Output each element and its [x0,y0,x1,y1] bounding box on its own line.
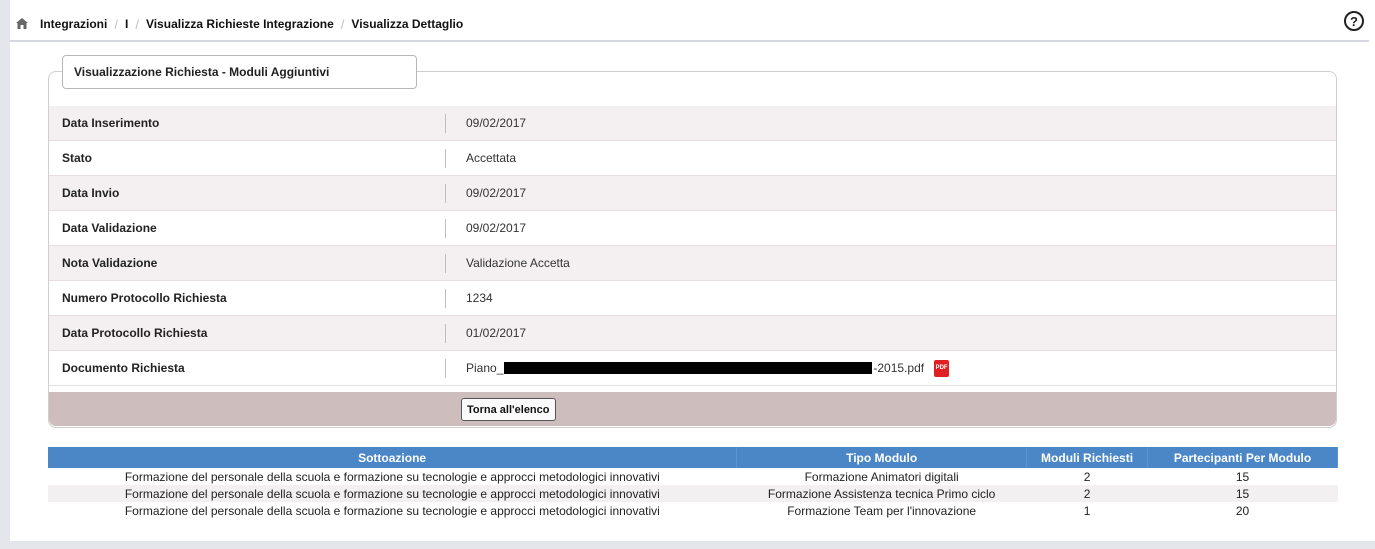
breadcrumb-separator: / [114,16,118,32]
field-divider [445,288,446,308]
field-label: Data Protocollo Richiesta [62,326,208,340]
field-label: Numero Protocollo Richiesta [62,291,227,305]
field-divider [445,218,446,238]
field-value: 09/02/2017 [466,221,527,235]
field-divider [445,113,446,133]
pdf-icon[interactable]: PDF [934,359,950,377]
home-icon[interactable] [16,18,30,30]
field-label: Stato [62,151,92,165]
column-header-partecipanti[interactable]: Partecipanti Per Modulo [1147,447,1338,468]
modules-table: Sottoazione Tipo Modulo Moduli Richiesti… [48,447,1338,519]
breadcrumb-item-visualizza-dettaglio: Visualizza Dettaglio [351,17,464,31]
field-row-nota-validazione: Nota Validazione Validazione Accetta [49,246,1336,281]
cell-sottoazione: Formazione del personale della scuola e … [124,469,660,484]
cell-tipo-modulo: Formazione Team per l'innovazione [787,503,977,518]
field-label: Data Inserimento [62,116,160,130]
field-row-stato: Stato Accettata [49,141,1336,176]
field-label: Documento Richiesta [62,361,185,375]
cell-moduli-richiesti: 2 [1026,485,1148,502]
field-divider [445,253,446,273]
table-header-row: Sottoazione Tipo Modulo Moduli Richiesti… [48,447,1338,468]
field-value: 01/02/2017 [466,326,527,340]
action-bar: Torna all'elenco [49,392,1336,426]
field-divider [445,183,446,203]
page-bottom-border [0,541,1375,549]
field-row-data-protocollo: Data Protocollo Richiesta 01/02/2017 [49,316,1336,351]
field-row-data-inserimento: Data Inserimento 09/02/2017 [49,106,1336,141]
redaction-bar [504,362,873,374]
field-label: Data Validazione [62,221,157,235]
field-row-numero-protocollo: Numero Protocollo Richiesta 1234 [49,281,1336,316]
table-row: Formazione del personale della scuola e … [48,485,1338,502]
table-row: Formazione del personale della scuola e … [48,502,1338,519]
field-label: Data Invio [62,186,120,200]
field-value: 1234 [466,291,493,305]
field-value: 09/02/2017 [466,186,527,200]
breadcrumb-separator: / [340,16,345,32]
table-row: Formazione del personale della scuola e … [48,468,1338,485]
field-value: 09/02/2017 [466,116,527,130]
field-value: Accettata [466,151,517,165]
cell-sottoazione: Formazione del personale della scuola e … [48,485,737,502]
page-left-border [0,0,10,549]
breadcrumb-item-visualizza-richieste[interactable]: Visualizza Richieste Integrazione [146,17,334,31]
cell-partecipanti: 20 [1235,503,1250,518]
column-header-tipo-modulo[interactable]: Tipo Modulo [736,447,1028,468]
column-header-sottoazione[interactable]: Sottoazione [48,447,738,468]
column-header-moduli-richiesti[interactable]: Moduli Richiesti [1026,447,1149,468]
header-divider [10,40,1369,42]
detail-fields: Data Inserimento 09/02/2017 Stato Accett… [49,106,1336,386]
field-divider [445,358,446,378]
cell-tipo-modulo: Formazione Animatori digitali [804,469,959,484]
breadcrumb-item-i[interactable]: I [125,17,128,31]
cell-tipo-modulo: Formazione Assistenza tecnica Primo cicl… [736,485,1027,502]
field-divider [445,323,446,343]
document-link[interactable]: Piano_ -2015.pdf PDF [466,359,950,377]
panel-title: Visualizzazione Richiesta - Moduli Aggiu… [62,55,417,89]
field-divider [445,148,446,168]
field-row-documento-richiesta: Documento Richiesta Piano_ -2015.pdf PDF [49,351,1336,386]
field-value: Validazione Accetta [466,256,570,270]
back-to-list-button[interactable]: Torna all'elenco [461,398,556,421]
field-label: Nota Validazione [62,256,158,270]
document-name-prefix: Piano_ [466,361,504,375]
cell-partecipanti: 15 [1147,485,1338,502]
cell-partecipanti: 15 [1235,469,1250,484]
cell-moduli-richiesti: 1 [1083,503,1091,518]
breadcrumb: Integrazioni / I / Visualizza Richieste … [10,12,1375,36]
breadcrumb-separator: / [135,16,139,32]
cell-sottoazione: Formazione del personale della scuola e … [124,503,660,518]
cell-moduli-richiesti: 2 [1083,469,1091,484]
breadcrumb-item-integrazioni[interactable]: Integrazioni [40,17,107,31]
field-row-data-validazione: Data Validazione 09/02/2017 [49,211,1336,246]
help-icon[interactable]: ? [1344,11,1364,31]
field-row-data-invio: Data Invio 09/02/2017 [49,176,1336,211]
document-name-suffix: -2015.pdf [873,361,925,375]
